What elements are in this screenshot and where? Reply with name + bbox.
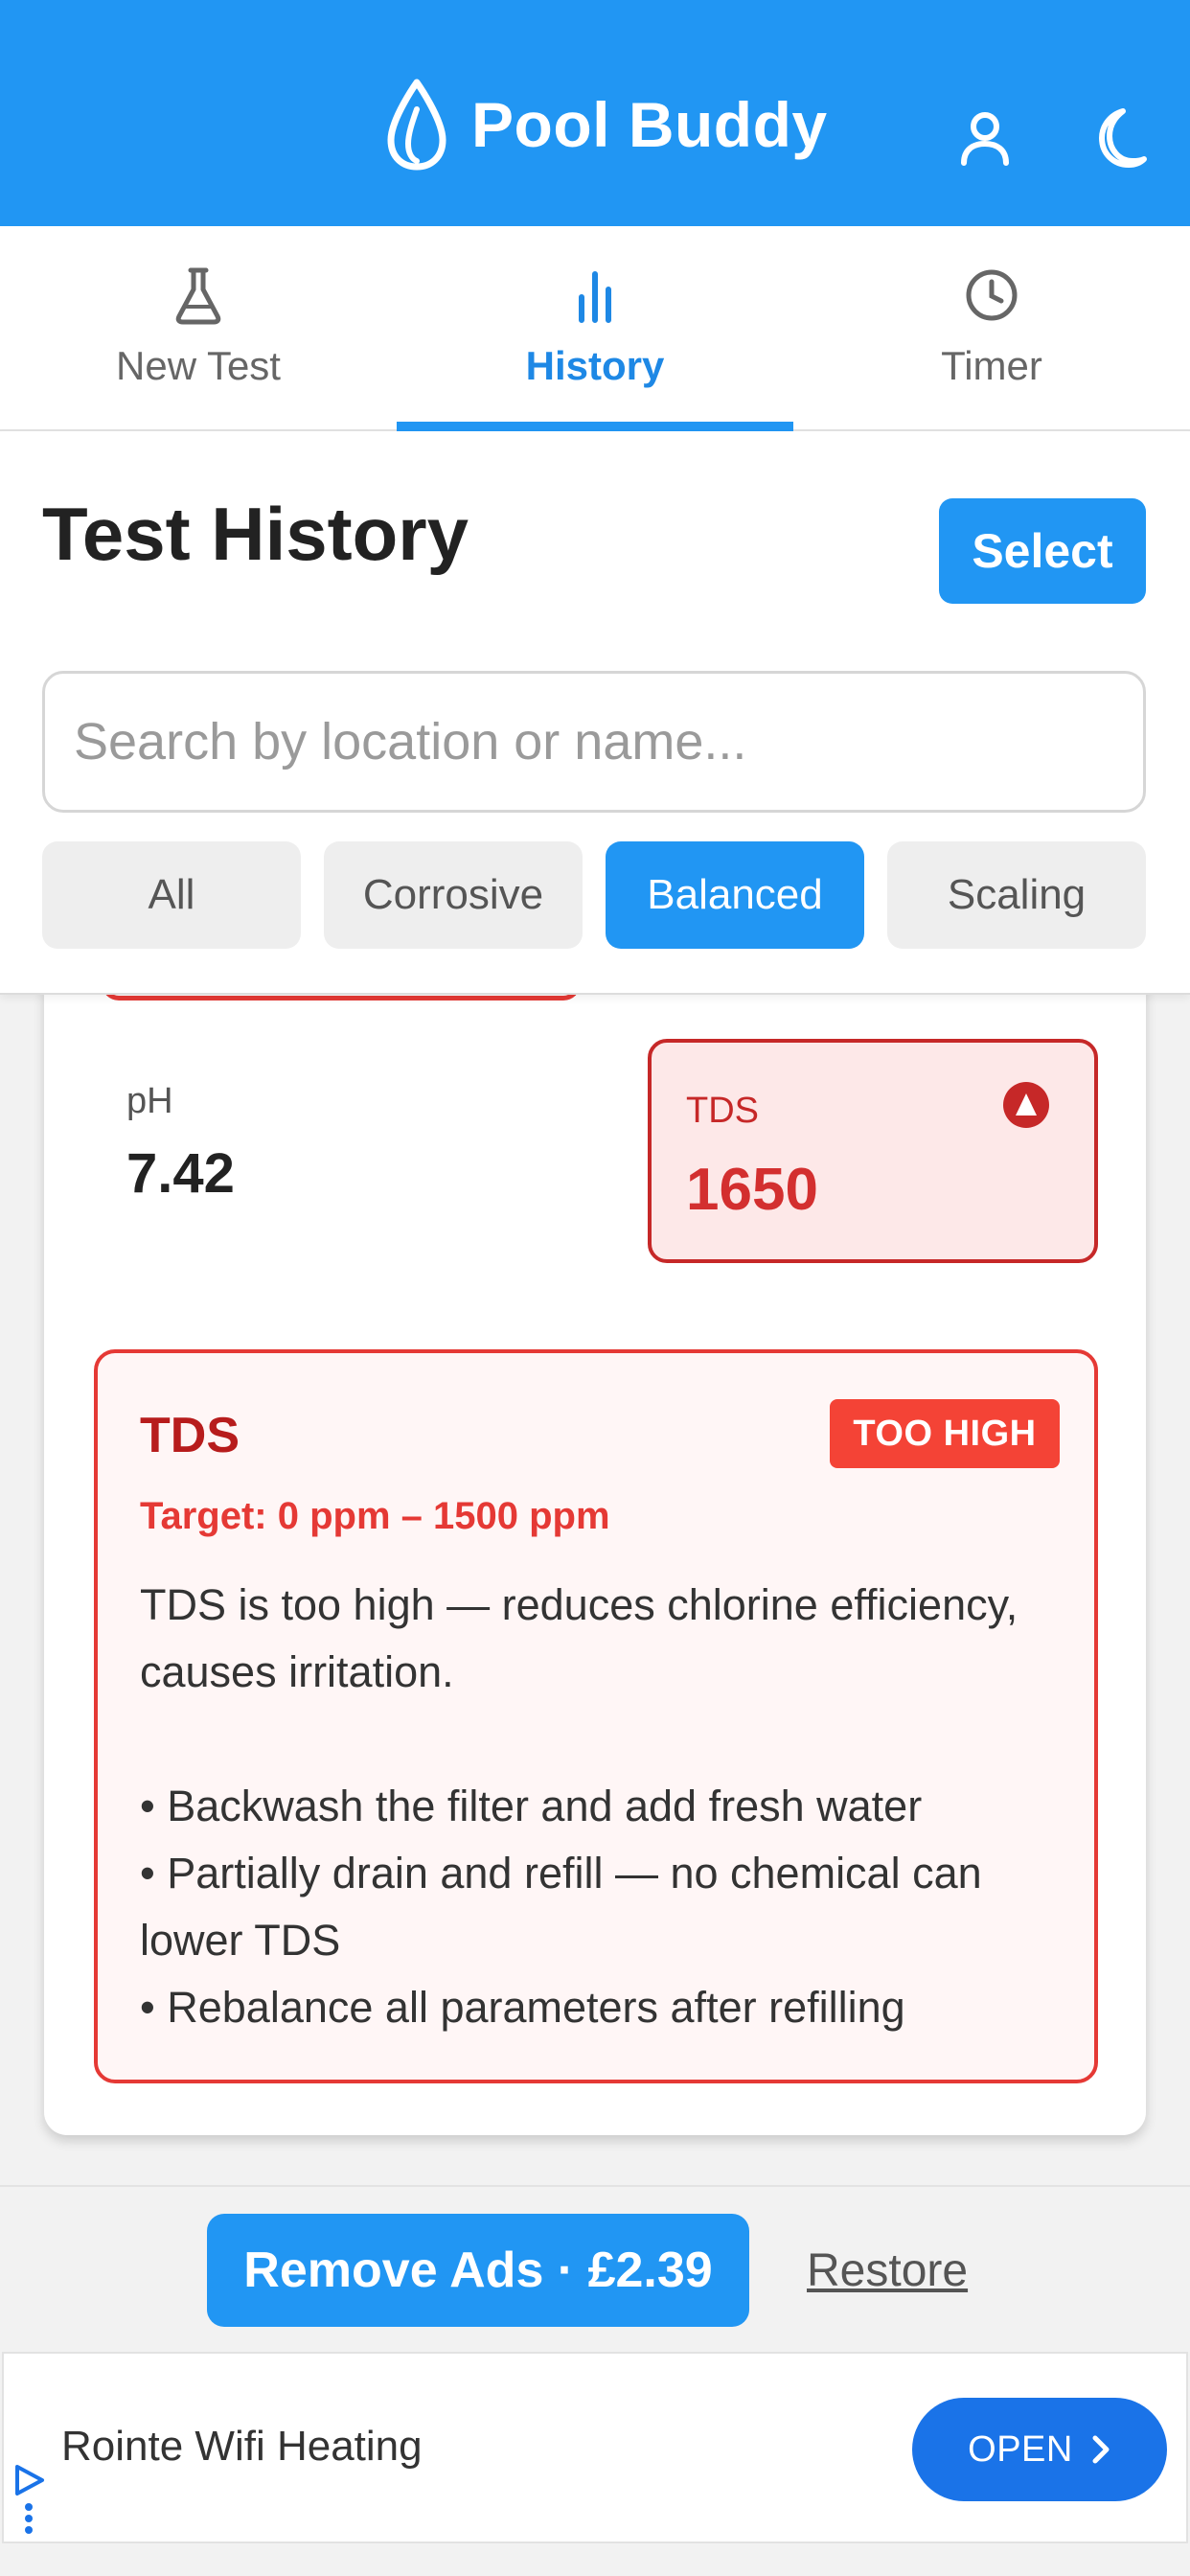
tab-label: Timer: [941, 343, 1042, 388]
water-drop-icon: [387, 79, 446, 171]
detail-description: TDS is too high — reduces chlorine effic…: [140, 1580, 1018, 1696]
ad-banner[interactable]: Rointe Wifi Heating OPEN: [2, 2352, 1188, 2543]
tds-detail-panel: TDS TOO HIGH Target: 0 ppm – 1500 ppm TD…: [94, 1349, 1098, 2083]
filter-scaling[interactable]: Scaling: [887, 841, 1146, 949]
tds-label: TDS: [686, 1091, 759, 1131]
detail-title: TDS: [140, 1408, 240, 1463]
select-button[interactable]: Select: [939, 498, 1146, 604]
tab-label: History: [525, 343, 665, 388]
restore-link[interactable]: Restore: [807, 2244, 968, 2297]
filter-corrosive[interactable]: Corrosive: [324, 841, 583, 949]
active-tab-indicator: [397, 422, 793, 431]
bar-chart-icon: [579, 271, 611, 323]
ad-choices-icon[interactable]: [10, 2459, 48, 2536]
purchase-bar: Remove Ads · £2.39 Restore: [0, 2185, 1190, 2352]
ad-open-label: OPEN: [968, 2428, 1073, 2470]
flask-icon: [175, 267, 221, 325]
recommendation-item: • Backwash the filter and add fresh wate…: [140, 1782, 923, 1830]
filter-all[interactable]: All: [42, 841, 301, 949]
ph-label: pH: [126, 1081, 173, 1121]
moon-icon[interactable]: [1081, 104, 1150, 172]
tab-label: New Test: [116, 343, 281, 388]
chevron-right-icon: [1092, 2435, 1110, 2464]
filter-balanced[interactable]: Balanced: [606, 841, 864, 949]
target-range: Target: 0 ppm – 1500 ppm: [140, 1495, 610, 1537]
ph-value: 7.42: [126, 1142, 235, 1205]
ad-open-button[interactable]: OPEN: [912, 2398, 1167, 2501]
recommendation-item: • Rebalance all parameters after refilli…: [140, 1983, 905, 2032]
ad-title: Rointe Wifi Heating: [61, 2423, 423, 2470]
search-input[interactable]: [74, 712, 1143, 771]
search-field[interactable]: [42, 671, 1146, 813]
brand: Pool Buddy: [383, 67, 828, 182]
user-icon[interactable]: [950, 104, 1019, 172]
alert-up-icon: [1003, 1082, 1049, 1128]
remove-ads-button[interactable]: Remove Ads · £2.39: [207, 2214, 749, 2327]
ph-reading: pH 7.42: [126, 1081, 235, 1206]
tab-bar: New Test History Timer: [0, 226, 1190, 431]
tds-reading[interactable]: TDS 1650: [648, 1039, 1098, 1263]
history-controls: Test History Select All Corrosive Balanc…: [0, 431, 1190, 995]
status-badge: TOO HIGH: [830, 1399, 1060, 1468]
clock-icon: [966, 269, 1018, 321]
tab-history[interactable]: History: [397, 226, 793, 431]
recommendation-item: • Partially drain and refill — no chemic…: [140, 1849, 982, 1965]
tab-timer[interactable]: Timer: [793, 226, 1190, 429]
recommendation-list: • Backwash the filter and add fresh wate…: [140, 1773, 1079, 2041]
app-header: Pool Buddy: [0, 0, 1190, 226]
tab-new-test[interactable]: New Test: [0, 226, 397, 429]
page-title: Test History: [42, 492, 469, 576]
filter-chips: All Corrosive Balanced Scaling: [42, 841, 1146, 949]
app-title: Pool Buddy: [471, 89, 828, 160]
tds-value: 1650: [686, 1157, 818, 1223]
history-card[interactable]: pH 7.42 TDS 1650 TDS TOO HIGH Target: 0 …: [44, 958, 1146, 2135]
